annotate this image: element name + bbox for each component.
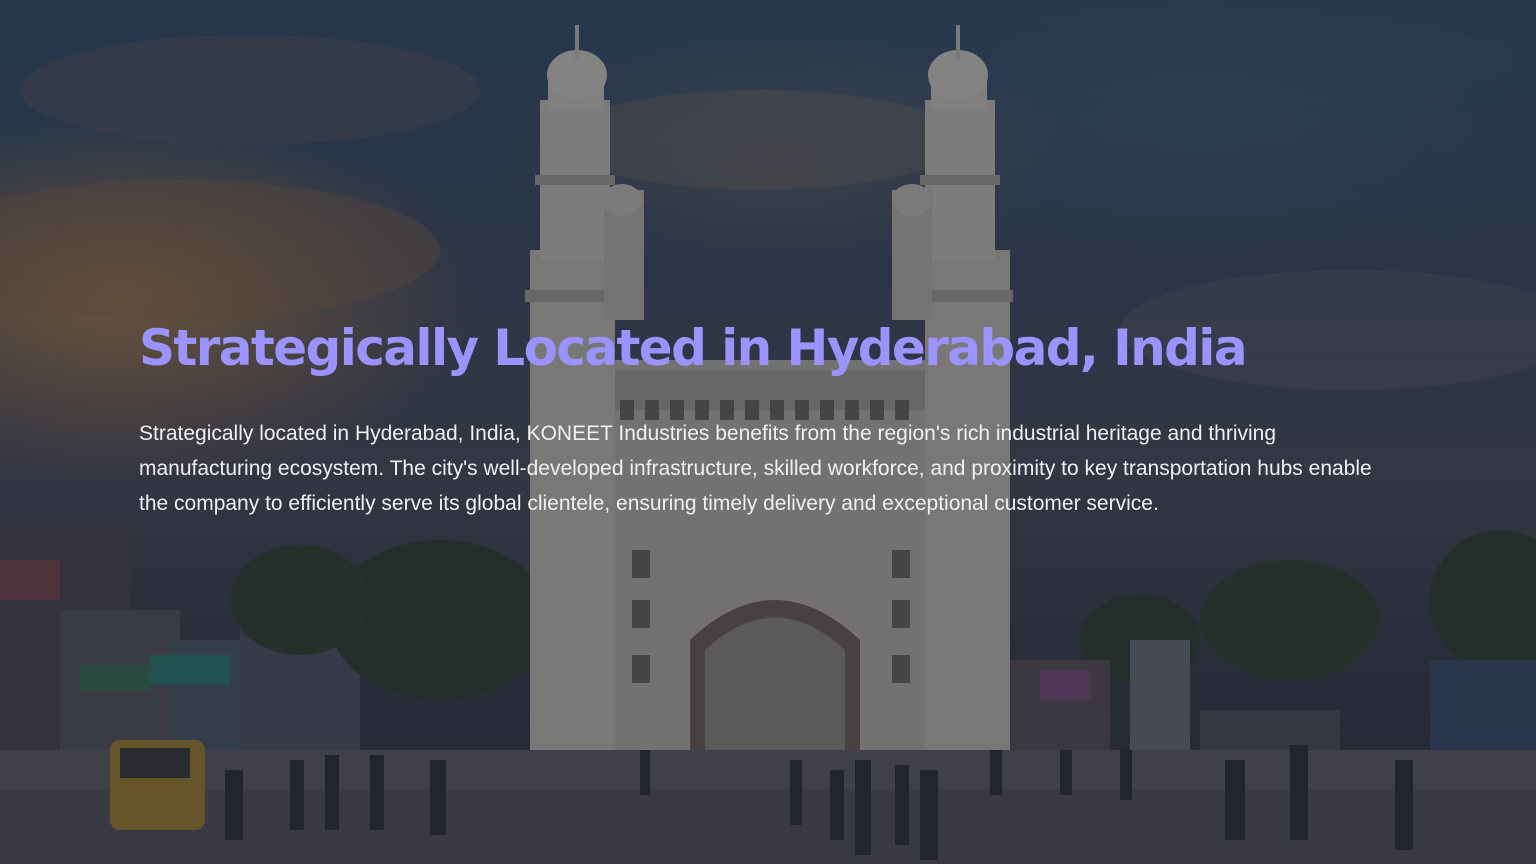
- hero-content: Strategically Located in Hyderabad, Indi…: [139, 312, 1399, 521]
- location-hero-section: Strategically Located in Hyderabad, Indi…: [0, 0, 1536, 864]
- section-title: Strategically Located in Hyderabad, Indi…: [139, 319, 1248, 377]
- section-description: Strategically located in Hyderabad, Indi…: [139, 422, 1372, 515]
